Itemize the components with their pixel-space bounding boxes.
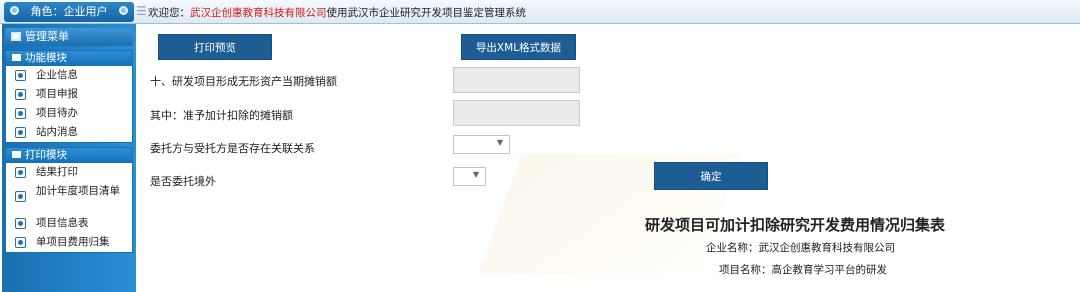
radio-bullet-icon — [15, 89, 26, 100]
welcome-prefix: 欢迎您： — [148, 7, 190, 19]
sidebar-item-label: 加计年度项目清单 — [36, 185, 120, 197]
sidebar-item-project-todo[interactable]: 项目待办 — [6, 104, 132, 123]
radio-bullet-icon — [15, 127, 26, 138]
deductible-label: 其中：准予加计扣除的摊销额 — [150, 109, 293, 122]
sidebar-title-label: 管理菜单 — [25, 30, 69, 43]
overseas-label: 是否委托境外 — [150, 175, 216, 188]
module-print: 打印模块 结果打印 加计年度项目清单 项目信息表 单项目费用归集 — [5, 147, 133, 253]
export-xml-button[interactable]: 导出XML格式数据 — [461, 34, 576, 60]
chevron-down-icon: ▼ — [496, 138, 503, 147]
module-header-label: 功能模块 — [25, 52, 67, 64]
top-bar: 角色：企业用户 ☰ 欢迎您：武汉企创惠教育科技有限公司使用武汉市企业研究开发项目… — [0, 0, 1080, 24]
summary-company: 企业名称：武汉企创惠教育科技有限公司 — [706, 242, 895, 254]
related-party-label: 委托方与受托方是否存在关联关系 — [150, 142, 315, 155]
module-icon — [12, 54, 21, 61]
sidebar-item-label: 结果打印 — [36, 166, 78, 178]
overseas-select[interactable]: ▼ — [453, 167, 486, 186]
welcome-suffix: 使用武汉市企业研究开发项目鉴定管理系统 — [326, 7, 527, 19]
main-content: 打印预览 导出XML格式数据 十、研发项目形成无形资产当期摊销额 其中：准予加计… — [140, 24, 1080, 292]
sidebar: 管理菜单 功能模块 企业信息 项目申报 项目待办 站内消息 打印模块 结果打印 … — [2, 24, 136, 292]
menu-icon — [11, 32, 21, 41]
confirm-button[interactable]: 确定 — [654, 162, 768, 190]
module-functions: 功能模块 企业信息 项目申报 项目待办 站内消息 — [5, 50, 133, 143]
sidebar-item-label: 单项目费用归集 — [36, 236, 110, 248]
deductible-field[interactable] — [453, 100, 580, 126]
role-tab[interactable]: 角色：企业用户 — [4, 2, 134, 22]
amortization-label: 十、研发项目形成无形资产当期摊销额 — [150, 75, 337, 88]
sidebar-item-company-info[interactable]: 企业信息 — [6, 66, 132, 85]
sidebar-item-label: 企业信息 — [36, 69, 78, 81]
company-name: 武汉企创惠教育科技有限公司 — [190, 7, 327, 19]
welcome-text: 欢迎您：武汉企创惠教育科技有限公司使用武汉市企业研究开发项目鉴定管理系统 — [148, 5, 526, 20]
module-header-label: 打印模块 — [25, 149, 67, 161]
sidebar-item-project-info[interactable]: 项目信息表 — [6, 214, 132, 233]
menu-lines-icon: ☰ — [136, 4, 147, 18]
print-preview-button[interactable]: 打印预览 — [158, 34, 272, 60]
radio-bullet-icon — [15, 191, 26, 202]
radio-bullet-icon — [15, 237, 26, 248]
module-icon — [12, 151, 21, 158]
ring-icon — [119, 6, 128, 15]
sidebar-item-project-declare[interactable]: 项目申报 — [6, 85, 132, 104]
sidebar-title: 管理菜单 — [5, 28, 133, 46]
module-header[interactable]: 打印模块 — [6, 148, 132, 163]
sidebar-item-cost-collection[interactable]: 单项目费用归集 — [6, 233, 132, 252]
sidebar-item-messages[interactable]: 站内消息 — [6, 123, 132, 142]
sidebar-item-label: 站内消息 — [36, 126, 78, 138]
ring-icon — [10, 6, 19, 15]
summary-title: 研发项目可加计扣除研究开发费用情况归集表 — [645, 216, 946, 234]
summary-project: 项目名称：高企教育学习平台的研发 — [719, 264, 887, 276]
chevron-down-icon: ▼ — [472, 170, 479, 179]
amortization-field[interactable] — [453, 67, 580, 93]
role-label: 角色：企业用户 — [30, 5, 108, 18]
radio-bullet-icon — [15, 70, 26, 81]
module-header[interactable]: 功能模块 — [6, 51, 132, 66]
radio-bullet-icon — [15, 167, 26, 178]
sidebar-item-label: 项目待办 — [36, 107, 78, 119]
radio-bullet-icon — [15, 218, 26, 229]
related-party-select[interactable]: ▼ — [453, 135, 510, 154]
radio-bullet-icon — [15, 108, 26, 119]
sidebar-item-annual-list[interactable]: 加计年度项目清单 — [6, 182, 132, 214]
sidebar-item-result-print[interactable]: 结果打印 — [6, 163, 132, 182]
sidebar-item-label: 项目信息表 — [36, 217, 89, 229]
sidebar-item-label: 项目申报 — [36, 88, 78, 100]
